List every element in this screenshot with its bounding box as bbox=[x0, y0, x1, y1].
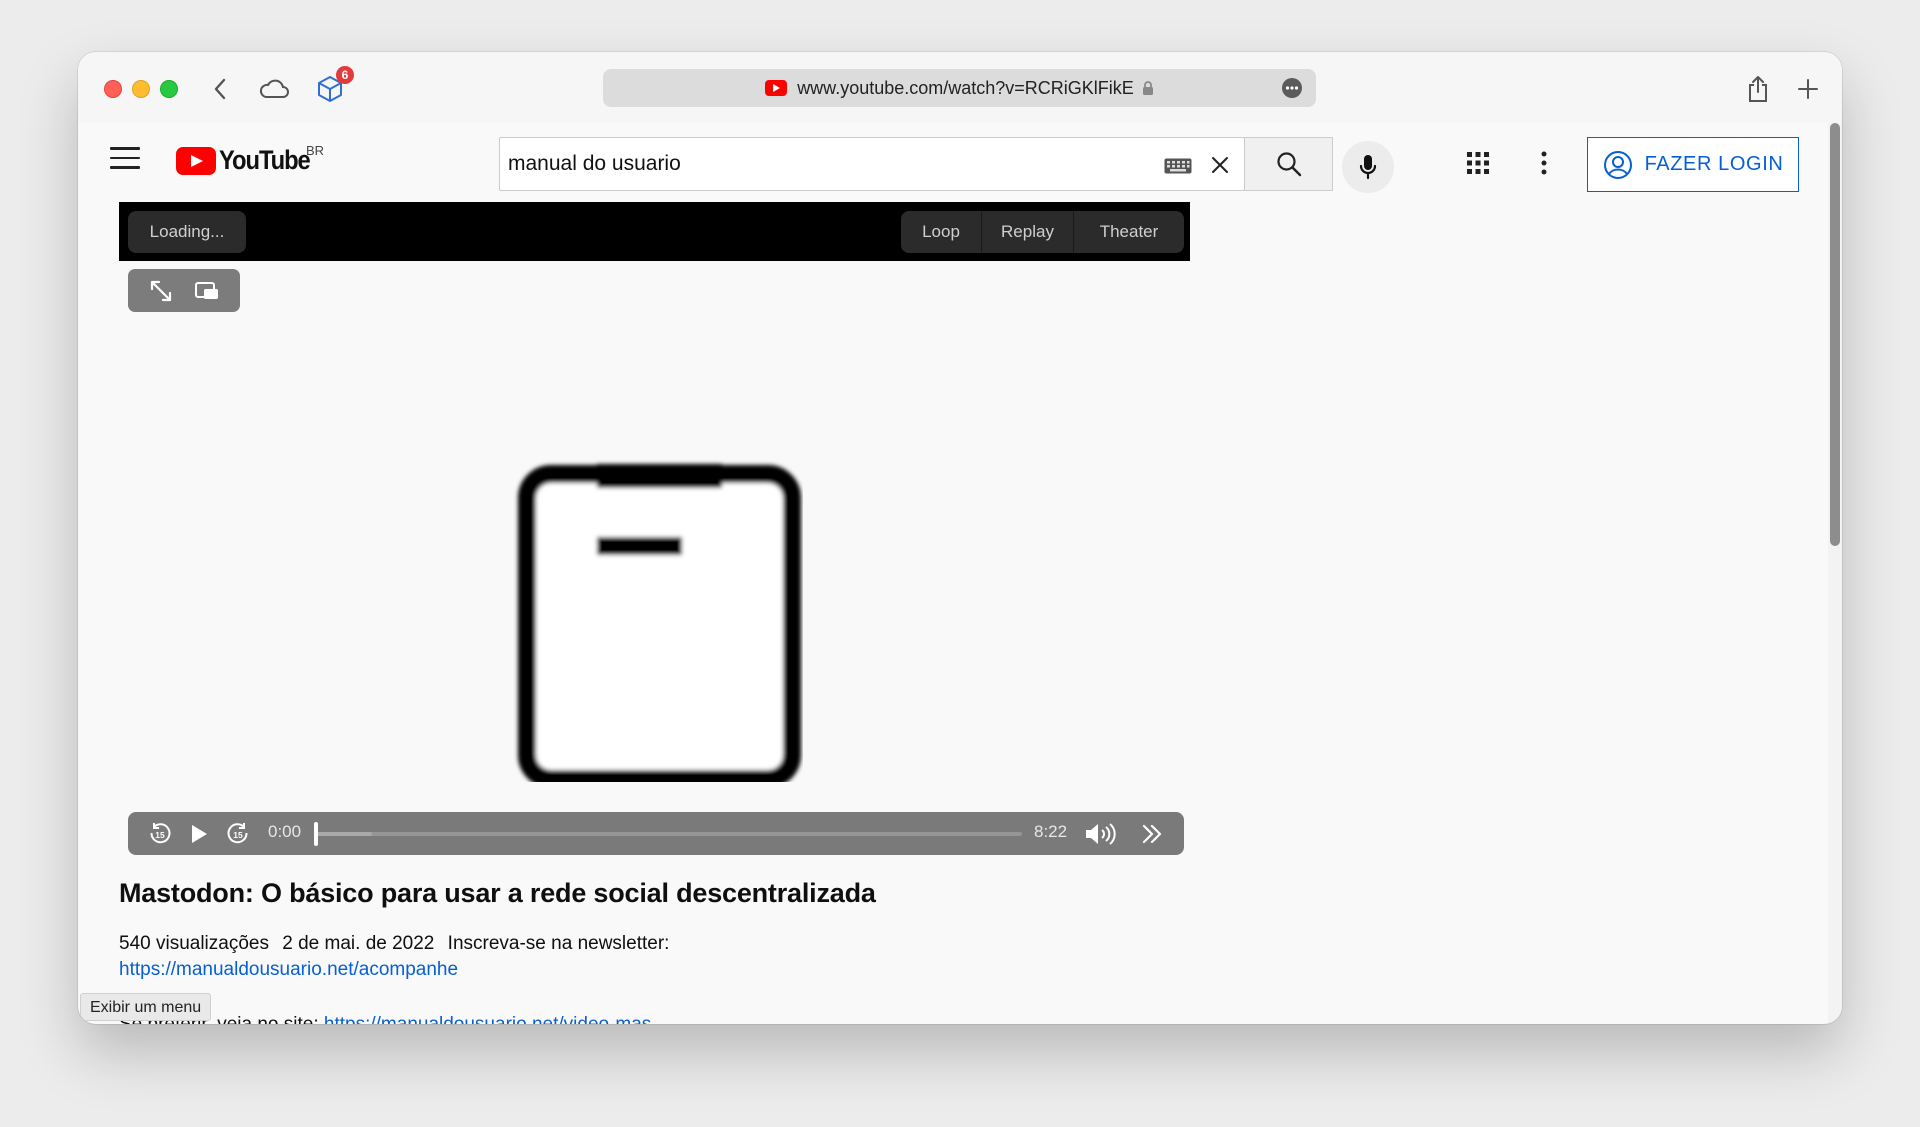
youtube-favicon-icon bbox=[765, 80, 788, 96]
video-title: Mastodon: O básico para usar a rede soci… bbox=[119, 878, 876, 908]
fullscreen-pip-controls bbox=[128, 269, 240, 312]
extension-badge: 6 bbox=[336, 66, 354, 84]
video-meta: 540 visualizações 2 de mai. de 2022 Insc… bbox=[119, 933, 677, 955]
svg-text:15: 15 bbox=[155, 830, 165, 840]
region-code: BR bbox=[306, 143, 325, 158]
player-mode-buttons: Loop Replay Theater bbox=[901, 211, 1184, 253]
duration-time: 8:22 bbox=[1034, 822, 1068, 841]
sign-in-button[interactable]: FAZER LOGIN bbox=[1587, 137, 1799, 192]
loop-button[interactable]: Loop bbox=[901, 211, 981, 253]
search-icon bbox=[1276, 152, 1301, 177]
minimize-window-button[interactable] bbox=[132, 80, 150, 98]
video-player[interactable]: Loading... Loop Replay Theater 15 15 0:0… bbox=[119, 202, 1190, 861]
buffered-range bbox=[315, 832, 372, 836]
newsletter-text: Inscreva-se na newsletter: bbox=[447, 933, 670, 954]
keyboard-icon[interactable] bbox=[1164, 158, 1192, 174]
browser-toolbar: 6 www.youtube.com/watch?v=RCRiGKlFikE bbox=[78, 52, 1842, 123]
clear-search-icon[interactable] bbox=[1206, 151, 1234, 179]
chevron-left-icon bbox=[214, 78, 226, 100]
apps-grid-icon bbox=[1467, 152, 1489, 174]
theater-button[interactable]: Theater bbox=[1073, 211, 1184, 253]
share-button[interactable] bbox=[1742, 74, 1774, 104]
address-bar[interactable]: www.youtube.com/watch?v=RCRiGKlFikE bbox=[603, 69, 1316, 107]
svg-text:15: 15 bbox=[233, 830, 243, 840]
new-tab-button[interactable] bbox=[1792, 74, 1824, 104]
plus-icon bbox=[1798, 79, 1818, 99]
search-box bbox=[499, 137, 1245, 191]
back-button[interactable] bbox=[204, 74, 236, 104]
scrollbar-thumb[interactable] bbox=[1830, 123, 1840, 546]
chevrons-right-icon[interactable] bbox=[1140, 822, 1164, 846]
description-link[interactable]: https://manualdousuario.net/video-mas bbox=[324, 1014, 651, 1024]
newsletter-link[interactable]: https://manualdousuario.net/acompanhe bbox=[119, 959, 458, 981]
seek-bar[interactable] bbox=[315, 832, 1022, 836]
sign-in-label: FAZER LOGIN bbox=[1644, 153, 1784, 175]
settings-more-button[interactable] bbox=[1540, 149, 1548, 182]
hamburger-icon bbox=[110, 147, 140, 150]
publish-date: 2 de mai. de 2022 bbox=[282, 933, 435, 954]
account-circle-icon bbox=[1603, 150, 1632, 179]
skip-back-15-icon[interactable]: 15 bbox=[148, 822, 172, 846]
loading-status: Loading... bbox=[128, 211, 246, 253]
guide-menu-button[interactable] bbox=[110, 147, 140, 173]
volume-icon[interactable] bbox=[1084, 822, 1118, 846]
view-count: 540 visualizações bbox=[119, 933, 269, 954]
play-icon[interactable] bbox=[188, 822, 210, 846]
microphone-icon bbox=[1359, 155, 1377, 180]
video-placeholder-icon bbox=[518, 464, 801, 782]
browser-window: 6 www.youtube.com/watch?v=RCRiGKlFikE Yo… bbox=[78, 52, 1842, 1024]
menu-tooltip: Exibir um menu bbox=[80, 993, 212, 1021]
youtube-header: YouTube BR FAZER LOGIN bbox=[78, 123, 1828, 203]
lock-icon bbox=[1142, 81, 1153, 95]
youtube-apps-button[interactable] bbox=[1466, 151, 1490, 180]
skip-forward-15-icon[interactable]: 15 bbox=[226, 822, 250, 846]
url-text: www.youtube.com/watch?v=RCRiGKlFikE bbox=[797, 77, 1134, 98]
zoom-window-button[interactable] bbox=[160, 80, 178, 98]
page-menu-button[interactable] bbox=[1282, 78, 1302, 98]
youtube-wordmark: YouTube bbox=[219, 145, 311, 175]
search-input[interactable] bbox=[508, 148, 1148, 180]
youtube-play-icon bbox=[176, 146, 216, 175]
youtube-logo[interactable]: YouTube bbox=[176, 145, 322, 176]
picture-in-picture-icon[interactable] bbox=[194, 279, 220, 303]
more-vertical-icon bbox=[1541, 151, 1547, 175]
share-icon bbox=[1749, 76, 1767, 102]
seek-handle[interactable] bbox=[314, 822, 318, 846]
player-top-bar: Loading... Loop Replay Theater bbox=[119, 202, 1190, 261]
fullscreen-icon[interactable] bbox=[148, 278, 174, 304]
icloud-tabs-button[interactable] bbox=[258, 74, 290, 104]
page-scrollbar[interactable] bbox=[1828, 123, 1842, 1024]
player-control-bar: 15 15 0:00 8:22 bbox=[128, 812, 1184, 855]
voice-search-button[interactable] bbox=[1342, 141, 1394, 193]
close-window-button[interactable] bbox=[104, 80, 122, 98]
replay-button[interactable]: Replay bbox=[981, 211, 1073, 253]
cloud-icon bbox=[259, 79, 289, 98]
more-horizontal-icon bbox=[1285, 86, 1299, 90]
current-time: 0:00 bbox=[268, 822, 302, 841]
search-button[interactable] bbox=[1245, 137, 1333, 191]
